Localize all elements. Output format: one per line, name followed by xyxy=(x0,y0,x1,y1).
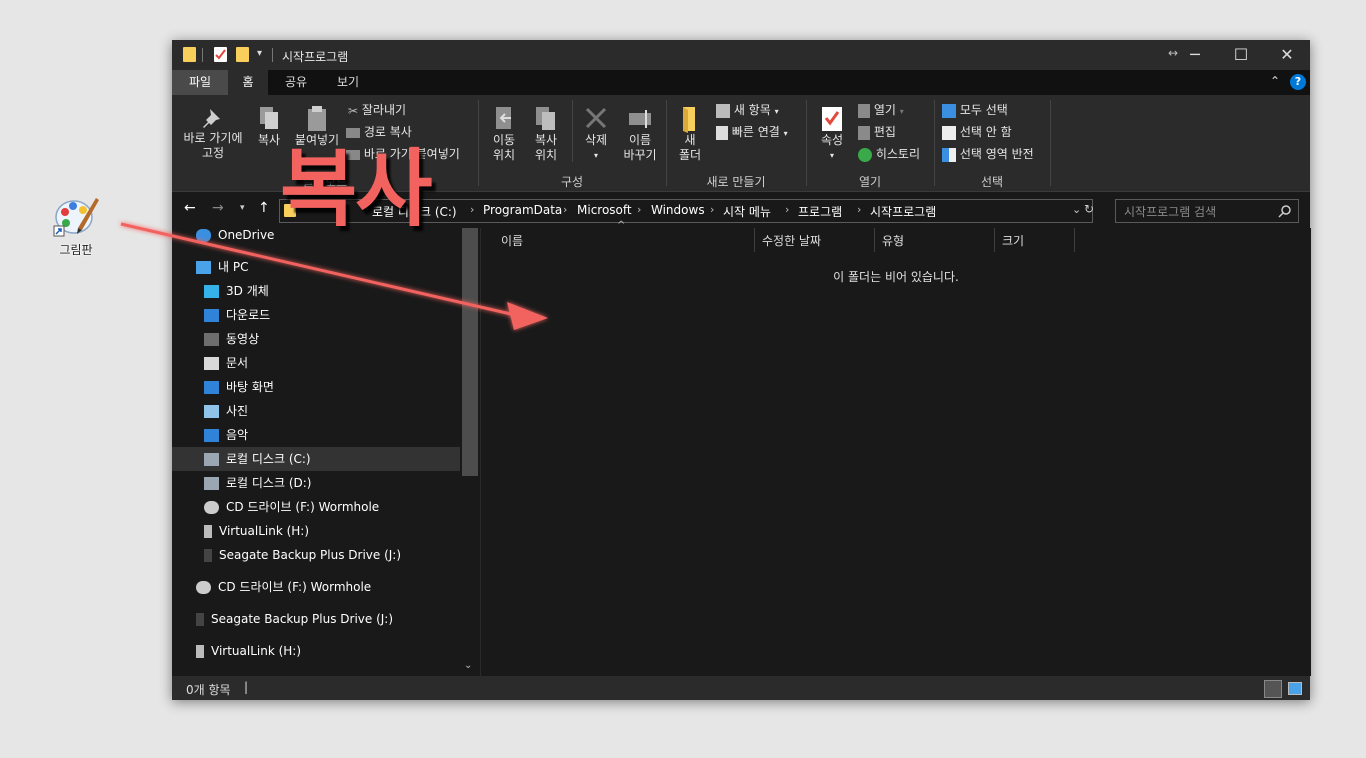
overlay-annotation-text: 복사 xyxy=(280,140,433,238)
annotation-arrow xyxy=(120,222,548,330)
